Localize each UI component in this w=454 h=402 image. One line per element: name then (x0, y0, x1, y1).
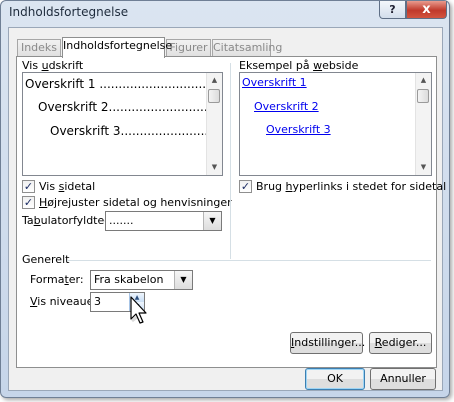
scroll-up-arrow-icon[interactable]: ▲ (207, 73, 222, 88)
tab-leader-value: ....... (109, 214, 134, 227)
tab-figurer[interactable]: Figurer (166, 39, 211, 56)
title-bar[interactable]: Indholdsfortegnelse ? x (1, 1, 449, 25)
show-page-numbers-label: Vis sidetal (39, 180, 96, 193)
formats-value: Fra skabelon (94, 273, 164, 286)
print-preview-box: Overskrift 1 ...........................… (22, 72, 223, 176)
show-page-numbers-checkbox[interactable]: ✓ (22, 180, 35, 193)
scroll-down-arrow-icon[interactable]: ▼ (416, 160, 431, 175)
tab-indholdsfortegnelse[interactable]: Indholdsfortegnelse (62, 37, 172, 58)
close-button[interactable]: x (406, 1, 447, 19)
tab-citatsamling[interactable]: Citatsamling (212, 39, 282, 56)
help-button[interactable]: ? (379, 1, 406, 19)
print-preview-scrollbar[interactable]: ▲ ▼ (206, 73, 222, 175)
mouse-cursor-icon (130, 296, 147, 324)
scroll-thumb[interactable] (417, 89, 429, 103)
web-preview-link-1[interactable]: Overskrift 1 (242, 76, 307, 89)
web-preview-label: Eksempel på webside (239, 59, 359, 72)
general-separator (67, 260, 431, 261)
print-preview-entry-2: Overskrift 2............................… (38, 100, 222, 114)
tab-leader-dropdown[interactable]: ....... ▼ (105, 211, 222, 231)
right-align-checkbox[interactable]: ✓ (22, 196, 35, 209)
window-title: Indholdsfortegnelse (9, 5, 129, 19)
tab-indeks[interactable]: Indeks (17, 39, 61, 56)
print-preview-entry-1: Overskrift 1 ...........................… (25, 77, 222, 91)
formats-label: Formater: (30, 273, 84, 286)
levels-value[interactable]: 3 (94, 295, 101, 308)
scroll-thumb[interactable] (208, 89, 220, 103)
print-preview-label: Vis udskrift (22, 59, 84, 72)
right-align-label: Højrejuster sidetal og henvisninger (39, 196, 232, 209)
web-preview-scrollbar[interactable]: ▲ ▼ (415, 73, 431, 175)
cancel-button[interactable]: Annuller (370, 368, 436, 390)
column-separator (230, 63, 231, 259)
dialog-client-area: Indeks Indholdsfortegnelse Figurer Citat… (8, 27, 446, 391)
settings-button[interactable]: Indstillinger... (290, 332, 365, 354)
edit-button[interactable]: Rediger... (369, 332, 432, 354)
use-hyperlinks-label: Brug hyperlinks i stedet for sidetal (256, 180, 447, 193)
dialog-window: Indholdsfortegnelse ? x Indeks Indholdsf… (0, 0, 450, 398)
general-heading: Generelt (22, 253, 70, 266)
scroll-down-arrow-icon[interactable]: ▼ (207, 160, 222, 175)
web-preview-link-2[interactable]: Overskrift 2 (254, 100, 319, 113)
ok-button[interactable]: OK (305, 368, 365, 390)
scroll-up-arrow-icon[interactable]: ▲ (416, 73, 431, 88)
dropdown-arrow-icon[interactable]: ▼ (174, 271, 192, 289)
web-preview-box: Overskrift 1 Overskrift 2 Overskrift 3 ▲… (239, 72, 432, 176)
formats-dropdown[interactable]: Fra skabelon ▼ (90, 270, 193, 290)
dropdown-arrow-icon[interactable]: ▼ (203, 212, 221, 230)
web-preview-link-3[interactable]: Overskrift 3 (266, 123, 331, 136)
tab-panel: Vis udskrift Overskrift 1 ..............… (16, 56, 446, 368)
print-preview-entry-3: Overskrift 3.......................... 5 (50, 124, 220, 138)
use-hyperlinks-checkbox[interactable]: ✓ (239, 180, 252, 193)
